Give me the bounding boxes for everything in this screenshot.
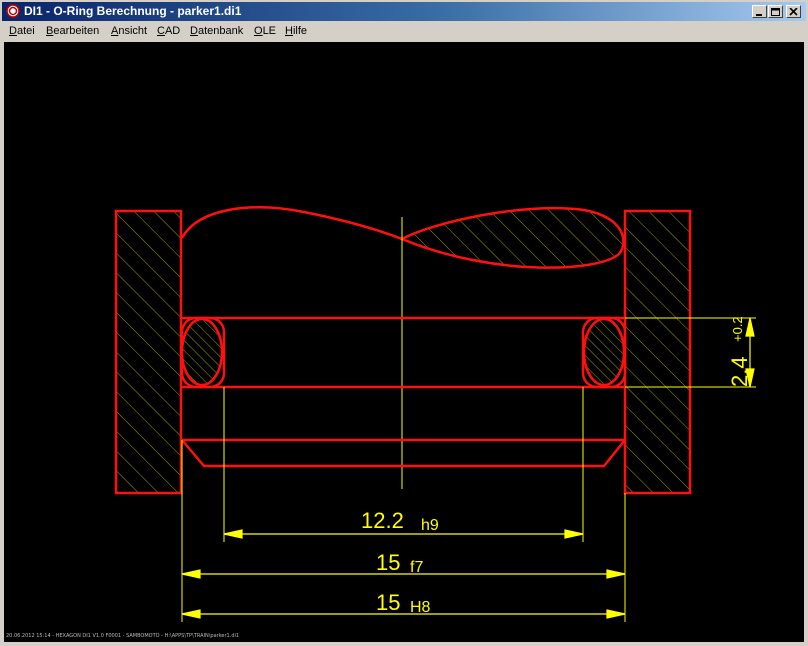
window-title: DI1 - O-Ring Berechnung - parker1.di1 (24, 4, 242, 18)
menu-cad-label: AD (164, 25, 181, 37)
menu-ansicht-label: nsicht (118, 25, 148, 37)
dim-inner-value: 12.2 (361, 508, 404, 533)
status-line: 20.06.2012 15:14 - HEXAGON DI1 V1.0 F000… (6, 633, 240, 639)
menu-ansicht[interactable]: Ansicht (111, 25, 147, 37)
menu-cad[interactable]: CAD (157, 25, 180, 37)
maximize-icon (771, 8, 780, 16)
dim-inner-fit: h9 (421, 517, 439, 534)
menu-hilfe-label: ilfe (292, 25, 308, 37)
menu-datei-accel: D (9, 25, 17, 37)
menu-cad-accel: C (157, 25, 165, 37)
menu-datenbank[interactable]: Datenbank (190, 25, 243, 37)
menu-datei-label: atei (16, 25, 35, 37)
menu-hilfe-accel: H (285, 25, 293, 37)
menu-bearbeiten[interactable]: Bearbeiten (46, 25, 99, 37)
cad-drawing: 12.2 h9 15 f7 15 H8 2.4 +0.2 (114, 206, 756, 622)
menu-ole-accel: O (254, 25, 263, 37)
menu-datenbank-label: atenbank (197, 25, 244, 37)
menu-bar: Datei Bearbeiten Ansicht CAD Datenbank O… (2, 22, 806, 41)
menu-bearbeiten-label: earbeiten (53, 25, 100, 37)
menu-datenbank-accel: D (190, 25, 198, 37)
menu-hilfe[interactable]: Hilfe (285, 25, 307, 37)
menu-datei[interactable]: Datei (9, 25, 35, 37)
dim-middle-value: 15 (376, 550, 400, 575)
left-housing-block (114, 209, 183, 495)
dim-groove-value: 2.4 (727, 356, 752, 387)
maximize-button[interactable] (768, 5, 783, 18)
close-icon (789, 8, 798, 16)
cad-canvas[interactable]: 12.2 h9 15 f7 15 H8 2.4 +0.2 (4, 42, 804, 642)
menu-ole[interactable]: OLE (254, 25, 276, 37)
close-button[interactable] (786, 5, 801, 18)
free-ring-outline (180, 206, 403, 241)
right-housing-block (623, 209, 692, 495)
dim-outer-value: 15 (376, 590, 400, 615)
menu-ole-label: LE (262, 25, 277, 37)
chamfer-outline (181, 439, 626, 468)
dim-outer-fit: H8 (410, 599, 431, 616)
dim-middle-fit: f7 (410, 559, 423, 576)
minimize-icon (756, 14, 762, 16)
app-icon (6, 4, 20, 18)
application-window: DI1 - O-Ring Berechnung - parker1.di1 Da… (0, 0, 808, 646)
dim-groove-tolerance: +0.2 (730, 316, 745, 342)
minimize-button[interactable] (752, 5, 767, 18)
hatched-lobe (399, 206, 625, 269)
title-bar[interactable]: DI1 - O-Ring Berechnung - parker1.di1 (2, 2, 806, 21)
